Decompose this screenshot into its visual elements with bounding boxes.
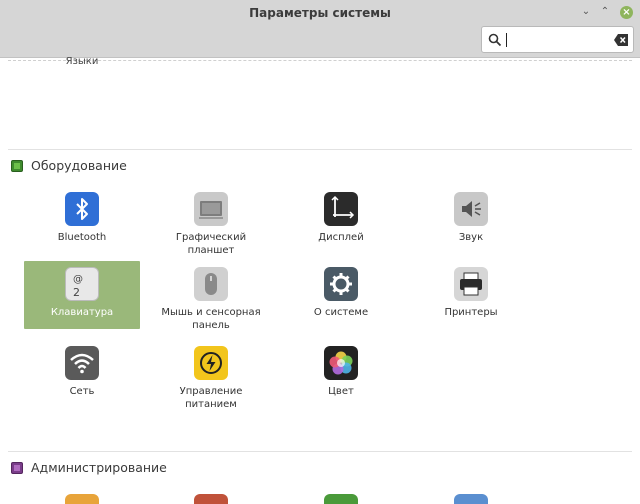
partial-item-icon[interactable] <box>65 494 99 504</box>
partial-item-icon[interactable] <box>324 494 358 504</box>
settings-item-color[interactable]: Цвет <box>283 340 399 408</box>
keyboard-icon: @2 <box>65 267 99 301</box>
title-bar: Параметры системы ⌄ ⌃ × <box>0 0 640 58</box>
item-label: Клавиатура <box>50 307 114 318</box>
settings-item-bluetooth[interactable]: Bluetooth <box>24 186 140 254</box>
display-icon <box>324 192 358 226</box>
text-cursor <box>506 33 507 47</box>
item-label: Дисплей <box>318 232 364 243</box>
item-label: Цвет <box>328 386 354 397</box>
item-label: Мышь и сенсорная панель <box>161 307 261 331</box>
item-label: О системе <box>313 307 369 318</box>
administration-section-icon <box>11 462 23 474</box>
partial-item-icon[interactable] <box>194 494 228 504</box>
gear-icon <box>324 267 358 301</box>
item-label: Bluetooth <box>57 232 107 243</box>
power-icon <box>194 346 228 380</box>
search-icon <box>488 33 502 47</box>
item-label: Принтеры <box>444 307 498 318</box>
partial-item-icon[interactable] <box>454 494 488 504</box>
settings-item-display[interactable]: Дисплей <box>283 186 399 254</box>
printer-icon <box>454 267 488 301</box>
section-divider <box>8 451 632 452</box>
cut-item-label: Языки <box>65 56 99 67</box>
settings-item-keyboard[interactable]: @2 Клавиатура <box>24 261 140 329</box>
bluetooth-icon <box>65 192 99 226</box>
settings-item-tablet[interactable]: Графический планшет <box>153 186 269 256</box>
tablet-icon <box>194 192 228 226</box>
svg-text:@: @ <box>73 274 83 285</box>
window-title: Параметры системы <box>249 6 391 20</box>
settings-item-mouse[interactable]: Мышь и сенсорная панель <box>153 261 269 331</box>
clear-icon[interactable] <box>614 34 628 46</box>
settings-item-power[interactable]: Управление питанием <box>153 340 269 410</box>
search-input[interactable] <box>506 31 606 49</box>
svg-text:2: 2 <box>73 286 80 299</box>
item-label: Графический планшет <box>175 232 247 256</box>
section-divider <box>8 149 632 150</box>
sound-icon <box>454 192 488 226</box>
settings-item-about[interactable]: О системе <box>283 261 399 329</box>
mouse-icon <box>194 267 228 301</box>
search-box[interactable] <box>481 26 634 53</box>
color-icon <box>324 346 358 380</box>
settings-item-printers[interactable]: Принтеры <box>413 261 529 329</box>
minimize-button[interactable]: ⌄ <box>580 6 592 18</box>
settings-item-network[interactable]: Сеть <box>24 340 140 408</box>
hardware-section-icon <box>11 160 23 172</box>
item-label: Управление питанием <box>179 386 243 410</box>
maximize-button[interactable]: ⌃ <box>599 6 611 18</box>
item-label: Звук <box>458 232 484 243</box>
wifi-icon <box>65 346 99 380</box>
section-title: Администрирование <box>31 460 167 475</box>
settings-item-sound[interactable]: Звук <box>413 186 529 254</box>
close-button[interactable]: × <box>620 6 633 19</box>
section-title: Оборудование <box>31 158 127 173</box>
item-label: Сеть <box>69 386 95 397</box>
